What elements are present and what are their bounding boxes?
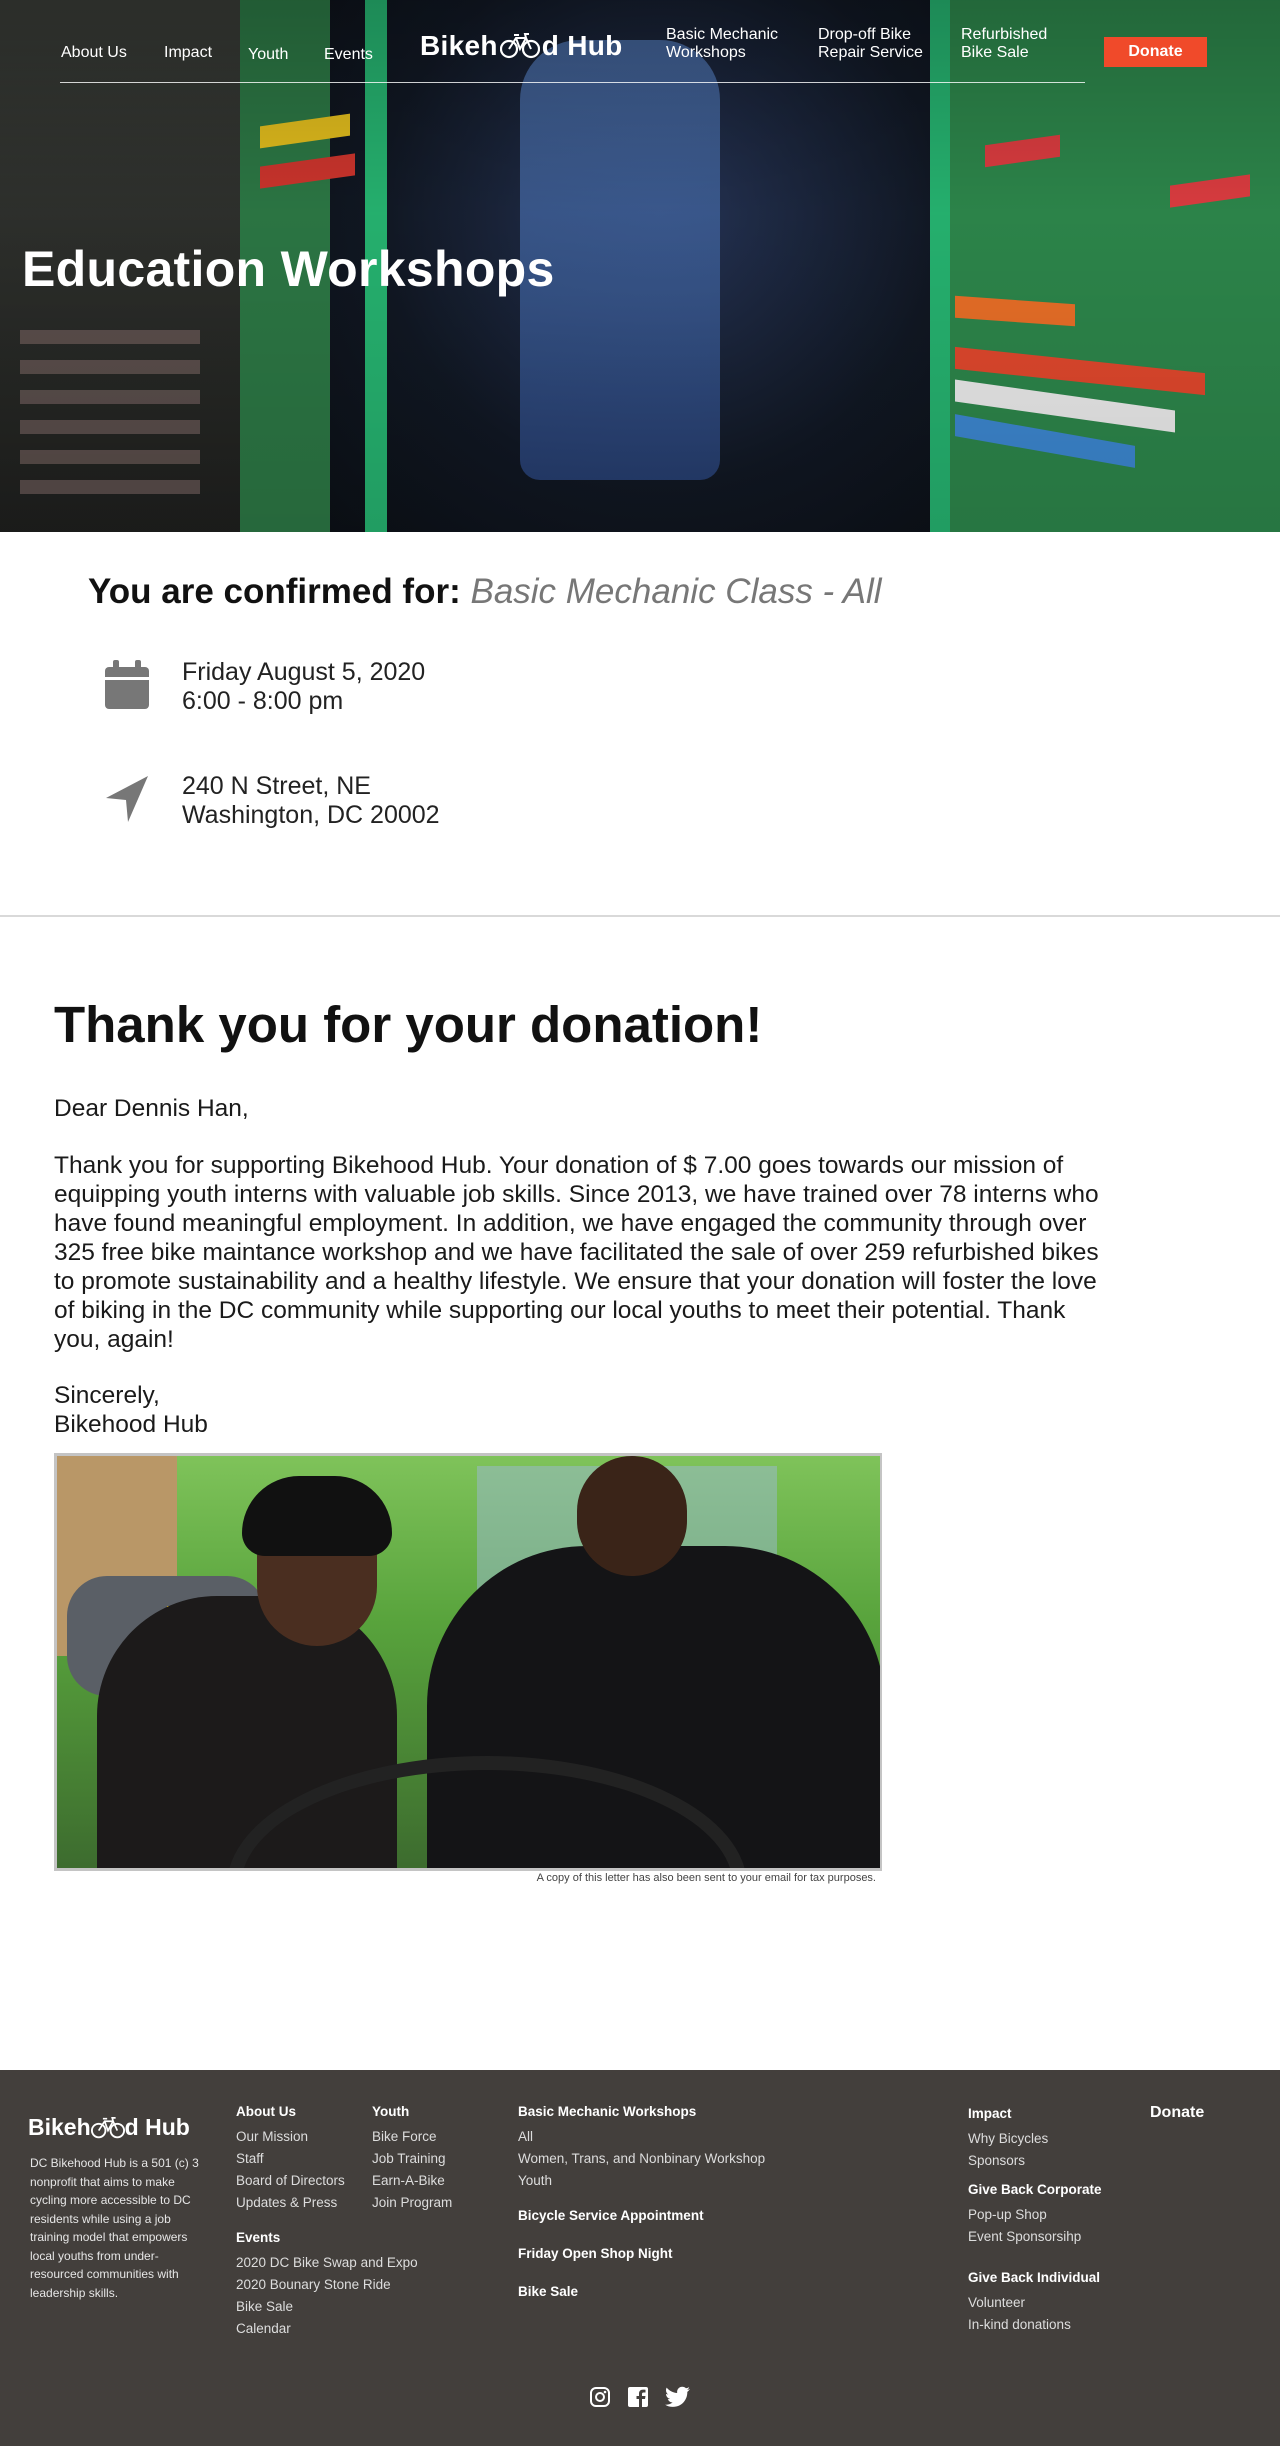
bicycle-logo-icon <box>90 2116 125 2138</box>
footer-workshops-column: Basic Mechanic Workshops All Women, Tran… <box>518 2104 765 2306</box>
top-navigation: About Us Impact Youth Events Bikeh d Hub… <box>0 0 1280 84</box>
thank-you-heading: Thank you for your donation! <box>54 996 763 1053</box>
bicycle-logo-icon <box>499 33 540 59</box>
footer-description: DC Bikehood Hub is a 501 (c) 3 nonprofit… <box>30 2156 199 2300</box>
letter-closing: Sincerely, <box>54 1382 160 1409</box>
event-location: 240 N Street, NE Washington, DC 20002 <box>100 772 440 830</box>
footer-impact-column: Impact Why Bicycles Sponsors Give Back C… <box>968 2106 1102 2336</box>
address-line-2: Washington, DC 20002 <box>182 801 440 829</box>
footer-individual-title[interactable]: Give Back Individual <box>968 2270 1102 2285</box>
footer-link[interactable]: Join Program <box>372 2192 452 2214</box>
footer-impact-title[interactable]: Impact <box>968 2106 1102 2121</box>
footer-link[interactable]: Volunteer <box>968 2292 1102 2314</box>
footer-service-link[interactable]: Bicycle Service Appointment <box>518 2208 765 2223</box>
footer-link[interactable]: Bike Sale <box>236 2296 418 2318</box>
event-time: 6:00 - 8:00 pm <box>182 687 344 715</box>
footer-link[interactable]: In-kind donations <box>968 2314 1102 2336</box>
footer-events-title[interactable]: Events <box>236 2230 418 2245</box>
youth-interns-photo <box>54 1453 882 1871</box>
nav-divider <box>60 82 1085 83</box>
nav-refurbished-bike-sale[interactable]: Refurbished Bike Sale <box>961 26 1047 62</box>
event-date: Friday August 5, 2020 <box>182 658 426 686</box>
footer-link[interactable]: Pop-up Shop <box>968 2204 1102 2226</box>
footer-link[interactable]: Job Training <box>372 2148 452 2170</box>
footer-youth-column: Youth Bike Force Job Training Earn-A-Bik… <box>372 2104 452 2214</box>
footer-link[interactable]: 2020 Bounary Stone Ride <box>236 2274 418 2296</box>
footer-link[interactable]: Calendar <box>236 2318 418 2340</box>
confirmation-section: You are confirmed for: Basic Mechanic Cl… <box>0 532 1280 917</box>
social-links <box>556 2386 724 2413</box>
facebook-icon[interactable] <box>627 2386 649 2413</box>
footer-link[interactable]: 2020 DC Bike Swap and Expo <box>236 2252 418 2274</box>
instagram-icon[interactable] <box>589 2386 611 2413</box>
page-title: Education Workshops <box>22 241 555 297</box>
footer-link[interactable]: All <box>518 2126 765 2148</box>
nav-youth[interactable]: Youth <box>248 46 288 64</box>
event-datetime: Friday August 5, 2020 6:00 - 8:00 pm <box>100 658 425 716</box>
twitter-icon[interactable] <box>665 2386 691 2413</box>
letter-body: Thank you for supporting Bikehood Hub. Y… <box>54 1152 1099 1353</box>
donation-letter: Thank you for your donation! Dear Dennis… <box>0 917 1280 2070</box>
footer-workshops-title[interactable]: Basic Mechanic Workshops <box>518 2104 765 2119</box>
tax-copy-note: A copy of this letter has also been sent… <box>536 1872 876 1884</box>
footer-link[interactable]: Why Bicycles <box>968 2128 1102 2150</box>
footer-logo[interactable]: Bikeh d Hub <box>28 2114 190 2141</box>
calendar-icon <box>100 658 154 712</box>
nav-basic-mechanic-workshops[interactable]: Basic Mechanic Workshops <box>666 26 778 62</box>
footer-bike-sale-link[interactable]: Bike Sale <box>518 2284 765 2299</box>
footer-youth-title[interactable]: Youth <box>372 2104 452 2119</box>
location-arrow-icon <box>100 772 154 826</box>
footer-link[interactable]: Earn-A-Bike <box>372 2170 452 2192</box>
footer-link[interactable]: Bike Force <box>372 2126 452 2148</box>
footer-link[interactable]: Event Sponsorsihp <box>968 2226 1102 2248</box>
footer-open-shop-link[interactable]: Friday Open Shop Night <box>518 2246 765 2261</box>
footer-link[interactable]: Youth <box>518 2170 765 2192</box>
nav-impact[interactable]: Impact <box>164 44 212 62</box>
footer-donate-link[interactable]: Donate <box>1150 2104 1204 2122</box>
letter-signature: Bikehood Hub <box>54 1411 208 1438</box>
confirmed-event-name: Basic Mechanic Class - All <box>470 572 882 611</box>
address-line-1: 240 N Street, NE <box>182 772 371 800</box>
nav-events[interactable]: Events <box>324 46 373 64</box>
donate-button[interactable]: Donate <box>1104 37 1207 67</box>
nav-drop-off-repair[interactable]: Drop-off Bike Repair Service <box>818 26 923 62</box>
confirmation-heading: You are confirmed for: Basic Mechanic Cl… <box>88 572 882 611</box>
footer-link[interactable]: Sponsors <box>968 2150 1102 2172</box>
site-footer: Bikeh d Hub DC Bikehood Hub is a 501 (c)… <box>0 2070 1280 2446</box>
hero-banner: About Us Impact Youth Events Bikeh d Hub… <box>0 0 1280 532</box>
footer-corporate-title[interactable]: Give Back Corporate <box>968 2182 1102 2197</box>
letter-greeting: Dear Dennis Han, <box>54 1095 249 1122</box>
footer-link[interactable]: Women, Trans, and Nonbinary Workshop <box>518 2148 765 2170</box>
site-logo[interactable]: Bikeh d Hub <box>420 30 623 62</box>
nav-about-us[interactable]: About Us <box>61 44 127 62</box>
